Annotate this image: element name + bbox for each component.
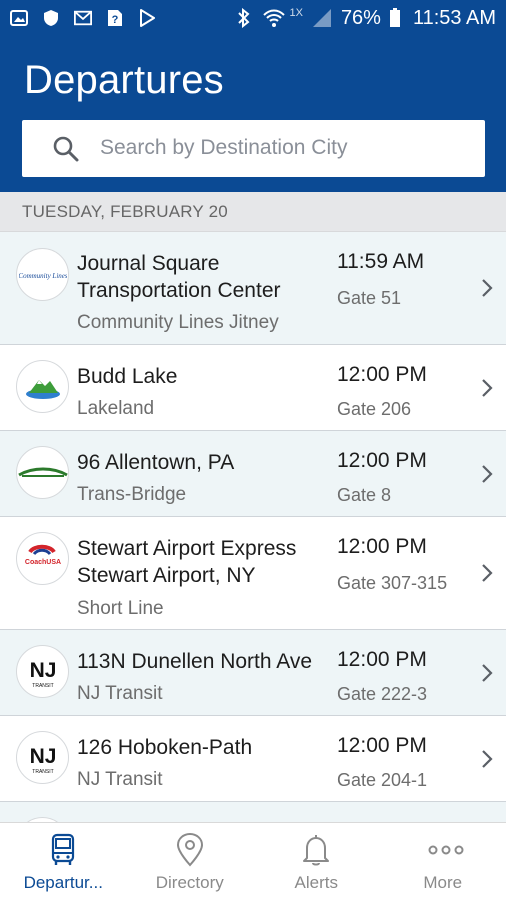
bottom-navigation: Departur... Directory Alerts More (0, 822, 506, 900)
community-lines-logo: Community Lines (16, 248, 69, 301)
bell-icon (299, 833, 333, 867)
departure-row[interactable]: NJ TRANSIT 113N Dunellen North Ave NJ Tra… (0, 630, 506, 716)
departure-row[interactable]: 96 Allentown, PA Trans-Bridge 12:00 PM G… (0, 431, 506, 517)
departures-list[interactable]: Community Lines Journal Square Transport… (0, 232, 506, 822)
chevron-right-icon (480, 277, 494, 299)
shield-icon (42, 9, 60, 27)
image-icon (10, 9, 28, 27)
nav-alerts[interactable]: Alerts (253, 823, 380, 900)
battery-percent: 76% (340, 6, 381, 29)
notification-icons: ? (10, 9, 156, 27)
logo-text: NJ (29, 659, 56, 682)
search-bar[interactable] (22, 120, 485, 177)
departure-row[interactable]: NJ TRANSIT 126 Hoboken-Path NJ Transit 12… (0, 716, 506, 802)
search-input[interactable] (100, 128, 470, 168)
nav-more[interactable]: More (380, 823, 506, 900)
nav-label: More (423, 873, 463, 892)
clock: 11:53 AM (412, 6, 496, 29)
logo-text: NJ (29, 745, 56, 768)
gate: Gate 51 (337, 288, 402, 308)
departure-row[interactable]: Community Lines Journal Square Transport… (0, 232, 506, 345)
nj-transit-logo: NJ TRANSIT (16, 645, 69, 698)
bluetooth-icon (235, 8, 253, 28)
departure-time: 11:59 AM (337, 250, 425, 273)
mail-icon (74, 9, 92, 27)
chevron-right-icon (480, 463, 494, 485)
network-label: 1X (289, 7, 303, 19)
logo-subtext: TRANSIT (32, 683, 53, 689)
chevron-right-icon (480, 748, 494, 770)
destination: 113N Dunellen North Ave (77, 650, 313, 673)
page-title: Departures (24, 58, 224, 102)
status-bar: ? 1X 76% 11:53 AM (0, 0, 506, 36)
system-status: 1X 76% 11:53 AM (235, 7, 496, 30)
nav-label: Alerts (294, 873, 338, 892)
date-header: TUESDAY, FEBRUARY 20 (0, 192, 506, 232)
gate: Gate 8 (337, 485, 392, 505)
nj-transit-logo: NJ TRANSIT (16, 731, 69, 784)
svg-text:?: ? (112, 14, 119, 26)
destination: Stewart Airport Express Stewart Airport,… (77, 537, 297, 587)
gate: Gate 222-3 (337, 684, 428, 704)
departure-time: 12:00 PM (337, 535, 427, 558)
departure-time: 12:00 PM (337, 648, 427, 671)
nav-label: Directory (155, 873, 224, 892)
destination: Journal Square Transportation Center (77, 252, 281, 302)
chevron-right-icon (480, 377, 494, 399)
gate: Gate 307-315 (337, 573, 448, 593)
gate: Gate 204-1 (337, 770, 428, 790)
gate: Gate 206 (337, 399, 412, 419)
departure-row-partial[interactable] (0, 802, 506, 822)
destination: 126 Hoboken-Path (77, 736, 253, 759)
carrier: NJ Transit (77, 683, 163, 704)
sim-help-icon: ? (106, 9, 124, 27)
logo-text: Community Lines (19, 272, 67, 280)
departure-row[interactable]: Budd Lake Lakeland 12:00 PM Gate 206 (0, 345, 506, 431)
departure-row[interactable]: CoachUSA Stewart Airport Express Stewart… (0, 517, 506, 630)
destination: 96 Allentown, PA (77, 451, 235, 474)
departure-time: 12:00 PM (337, 449, 427, 472)
carrier: Short Line (77, 598, 164, 619)
carrier: Trans-Bridge (77, 484, 187, 505)
carrier: Community Lines Jitney (77, 312, 279, 333)
app-header: Departures (0, 36, 506, 192)
destination: Budd Lake (77, 365, 178, 388)
logo-text: CoachUSA (24, 559, 60, 566)
more-dots-icon (426, 833, 464, 867)
nav-label: Departur... (23, 873, 103, 892)
play-store-icon (138, 9, 156, 27)
logo-subtext: TRANSIT (32, 769, 53, 775)
bus-icon (46, 833, 80, 867)
search-icon (52, 135, 80, 163)
departure-time: 12:00 PM (337, 734, 427, 757)
trans-bridge-logo (16, 446, 69, 499)
signal-icon (311, 9, 333, 27)
nav-departures[interactable]: Departur... (0, 823, 127, 900)
chevron-right-icon (480, 662, 494, 684)
carrier: Lakeland (77, 398, 155, 419)
lakeland-logo (16, 360, 69, 413)
wifi-icon (261, 9, 287, 27)
battery-icon (389, 8, 401, 27)
departure-time: 12:00 PM (337, 363, 427, 386)
coach-usa-logo: CoachUSA (16, 532, 69, 585)
location-pin-icon (173, 832, 207, 867)
carrier: NJ Transit (77, 769, 163, 790)
nav-directory[interactable]: Directory (127, 823, 254, 900)
chevron-right-icon (480, 562, 494, 584)
